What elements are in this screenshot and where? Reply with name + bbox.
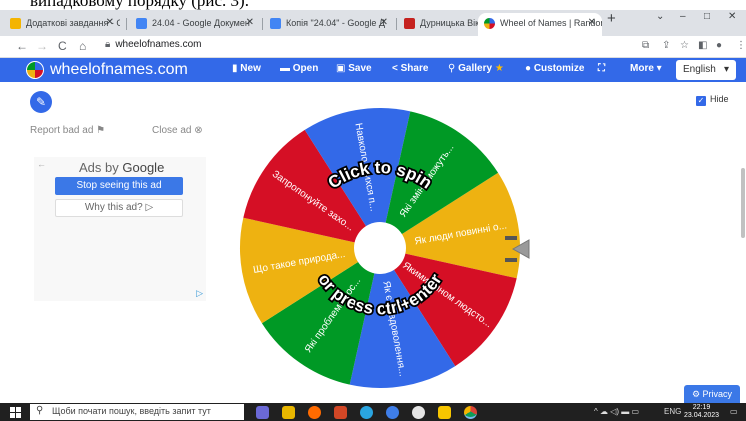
windows-taskbar: ⚲ Щоби почати пошук, введіть запит тут ^… — [0, 403, 746, 421]
close-circle-icon: ⊗ — [194, 125, 203, 136]
folder-icon: ▬ — [280, 63, 293, 74]
document-overlay-text: випадковому порядку (рис. 3). — [30, 0, 249, 10]
windows-start-icon[interactable] — [10, 407, 21, 418]
edit-pencil-button[interactable]: ✎ — [30, 91, 52, 113]
docs-favicon-icon — [270, 18, 281, 29]
tab-2[interactable]: 24.04 - Google Докумен ✕ — [130, 13, 260, 36]
forward-icon[interactable]: → — [36, 39, 48, 53]
site-header: wheelofnames.com ▮ New ▬ Open ▣ Save < S… — [0, 58, 746, 82]
wheel-favicon-icon — [484, 18, 495, 29]
new-tab-icon[interactable]: + — [607, 10, 616, 27]
ad-back-icon[interactable]: ← — [37, 159, 46, 169]
checkmark-icon: ✓ — [696, 96, 706, 106]
system-clock[interactable]: 22:19 23.04.2023 — [684, 404, 719, 420]
reload-icon[interactable]: C — [58, 39, 67, 53]
wheel-logo-icon[interactable] — [26, 61, 44, 79]
file-explorer-icon[interactable] — [282, 406, 295, 419]
lock-icon: 🔒︎ — [105, 39, 111, 50]
input-language[interactable]: ENG — [664, 407, 681, 416]
scrollbar-thumb[interactable] — [741, 168, 745, 238]
opera-app-icon[interactable] — [308, 406, 321, 419]
tab-label: 24.04 - Google Докумен — [152, 18, 250, 28]
close-window-icon[interactable]: ✕ — [728, 11, 736, 22]
close-tab-icon[interactable]: ✕ — [246, 13, 254, 33]
tab-wheel-of-names[interactable]: Wheel of Names | Random ✕ — [478, 13, 602, 36]
close-tab-icon[interactable]: ✕ — [106, 13, 114, 33]
stop-seeing-ad-button[interactable]: Stop seeing this ad — [55, 177, 183, 195]
docs-favicon-icon — [136, 18, 147, 29]
tab-favicon-icon — [10, 18, 21, 29]
main-content: ✎ Report bad ad ⚑ Close ad ⊗ ← Ads by Go… — [0, 82, 746, 403]
search-icon: ⚲ — [448, 63, 459, 74]
tab-label: Копія "24.04" - Google Д — [286, 18, 386, 28]
close-ad-link[interactable]: Close ad ⊗ — [152, 125, 203, 136]
document-overlay-strip: випадковому порядку (рис. 3). — [0, 0, 746, 10]
chrome-app-icon[interactable] — [464, 406, 477, 419]
share-button[interactable]: < Share — [392, 63, 428, 74]
tab-search-icon[interactable]: ⌄ — [656, 11, 664, 22]
taskbar-search-input[interactable]: ⚲ Щоби почати пошук, введіть запит тут — [30, 404, 244, 420]
whatsapp-app-icon[interactable] — [412, 406, 425, 419]
telegram-app-icon[interactable] — [360, 406, 373, 419]
bookmark-star-icon[interactable]: ☆ — [680, 40, 689, 51]
report-ad-link[interactable]: Report bad ad ⚑ — [30, 125, 105, 136]
language-select[interactable]: English ▾ — [676, 60, 736, 80]
tab-1[interactable]: Додаткові завдання - Go ✕ — [4, 13, 120, 36]
save-button[interactable]: ▣ Save — [336, 63, 372, 74]
browser-menu-icon[interactable]: ⋮ — [736, 40, 746, 51]
zoom-app-icon[interactable] — [386, 406, 399, 419]
maximize-icon[interactable]: □ — [704, 11, 710, 22]
open-button[interactable]: ▬ Open — [280, 63, 318, 74]
share-page-icon[interactable]: ⇪ — [662, 40, 670, 51]
ad-panel: ← Ads by Google Stop seeing this ad Why … — [34, 157, 206, 301]
star-icon: ★ — [494, 63, 504, 74]
translate-icon[interactable]: ⧉ — [642, 40, 649, 51]
sidepanel-icon[interactable]: ◧ — [698, 40, 707, 51]
fullscreen-icon[interactable]: ⛶ — [598, 63, 605, 74]
browser-tab-bar: Додаткові завдання - Go ✕ 24.04 - Google… — [0, 10, 746, 36]
notification-icon[interactable]: ▭ — [730, 407, 738, 416]
wheel-pointer-icon — [505, 236, 530, 262]
powerpoint-app-icon[interactable] — [334, 406, 347, 419]
back-icon[interactable]: ← — [16, 39, 28, 53]
adchoices-icon[interactable]: ▷ — [196, 288, 203, 299]
ads-by-google-label: Ads by Google — [79, 160, 165, 175]
close-tab-icon[interactable]: ✕ — [380, 13, 388, 33]
tray-icons[interactable]: ^ ☁ ◁) ▬ ▭ — [594, 407, 639, 416]
flag-icon: ⚑ — [96, 125, 106, 136]
app-icon[interactable] — [438, 406, 451, 419]
viber-app-icon[interactable] — [256, 406, 269, 419]
hide-panel-checkbox[interactable]: ✓ Hide — [696, 94, 729, 106]
customize-button[interactable]: ● Customize — [525, 63, 584, 74]
palette-icon: ● — [525, 63, 534, 74]
close-tab-icon[interactable]: ✕ — [588, 13, 596, 33]
privacy-button[interactable]: ⚙ Privacy — [684, 385, 740, 403]
more-button[interactable]: More ▾ — [630, 63, 662, 74]
search-icon: ⚲ — [36, 405, 44, 416]
wheel-hub[interactable] — [354, 222, 406, 274]
gallery-button[interactable]: ⚲ Gallery ★ — [448, 63, 504, 74]
why-this-ad-button[interactable]: Why this ad? ▷ — [55, 199, 183, 217]
url-text: wheelofnames.com — [115, 39, 202, 50]
profile-avatar-icon[interactable]: ● — [716, 40, 722, 51]
address-bar-row: ← → C ⌂ 🔒︎ wheelofnames.com ⧉ ⇪ ☆ ◧ ● ⋮ — [0, 36, 746, 58]
save-icon: ▣ — [336, 63, 349, 74]
new-button[interactable]: ▮ New — [232, 63, 261, 74]
share-icon: < — [392, 63, 401, 74]
gmail-favicon-icon — [404, 18, 415, 29]
spin-wheel[interactable]: Як люди повинні о...Якими чином людсто..… — [238, 106, 522, 390]
site-brand[interactable]: wheelofnames.com — [50, 61, 188, 79]
minimize-icon[interactable]: – — [680, 11, 686, 22]
url-field[interactable]: 🔒︎ wheelofnames.com — [105, 39, 201, 50]
home-icon[interactable]: ⌂ — [79, 39, 86, 53]
chevron-down-icon: ▾ — [723, 64, 729, 75]
tab-3[interactable]: Копія "24.04" - Google Д ✕ — [264, 13, 394, 36]
